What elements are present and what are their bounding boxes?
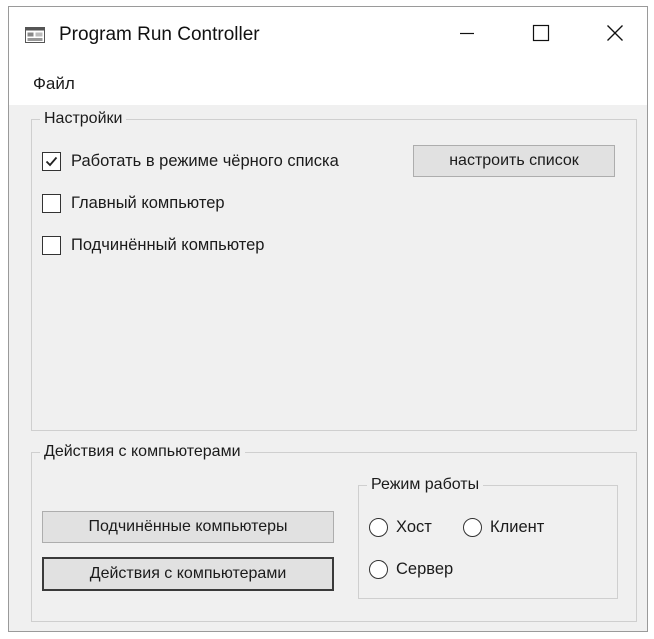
mode-host-label: Хост — [396, 518, 432, 536]
menu-bar: Файл — [9, 63, 647, 105]
slave-computers-button[interactable]: Подчинённые компьютеры — [42, 511, 334, 543]
mode-server-label: Сервер — [396, 560, 454, 578]
computer-actions-group: Действия с компьютерами Подчинённые комп… — [31, 441, 637, 622]
main-computer-label: Главный компьютер — [71, 194, 225, 212]
blacklist-mode-label: Работать в режиме чёрного списка — [71, 152, 339, 170]
slave-computer-checkbox[interactable] — [42, 235, 61, 255]
mode-option-server[interactable]: Сервер — [369, 558, 453, 580]
close-button[interactable] — [585, 7, 645, 63]
mode-client-label: Клиент — [490, 518, 545, 536]
blacklist-mode-option[interactable]: Работать в режиме чёрного списка — [42, 150, 339, 172]
computer-actions-button[interactable]: Действия с компьютерами — [42, 557, 334, 591]
slave-computer-option[interactable]: Подчинённый компьютер — [42, 234, 264, 256]
work-mode-group: Режим работы Хост Клиент Сервер — [358, 474, 618, 599]
maximize-icon — [532, 24, 550, 47]
slave-computer-label: Подчинённый компьютер — [71, 236, 265, 254]
work-mode-group-title: Режим работы — [367, 474, 484, 496]
minimize-button[interactable] — [437, 7, 497, 63]
mode-option-host[interactable]: Хост — [369, 516, 432, 538]
main-computer-checkbox[interactable] — [42, 193, 61, 213]
main-window: Program Run Controller Файл Настройки Ра… — [8, 6, 648, 632]
close-icon — [606, 24, 624, 47]
mode-server-radio[interactable] — [369, 559, 388, 579]
app-window-icon — [25, 27, 45, 43]
configure-list-button[interactable]: настроить список — [413, 145, 615, 177]
mode-client-radio[interactable] — [463, 517, 482, 537]
maximize-button[interactable] — [511, 7, 571, 63]
settings-group: Настройки Работать в режиме чёрного спис… — [31, 108, 637, 431]
blacklist-mode-checkbox[interactable] — [42, 151, 61, 171]
settings-group-title: Настройки — [40, 108, 127, 130]
menu-item-file[interactable]: Файл — [31, 73, 77, 95]
mode-option-client[interactable]: Клиент — [463, 516, 544, 538]
minimize-icon — [459, 25, 475, 46]
window-title: Program Run Controller — [59, 24, 260, 45]
title-bar[interactable]: Program Run Controller — [9, 7, 647, 63]
main-computer-option[interactable]: Главный компьютер — [42, 192, 225, 214]
checkmark-icon — [45, 156, 58, 166]
mode-host-radio[interactable] — [369, 517, 388, 537]
computer-actions-group-title: Действия с компьютерами — [40, 441, 245, 463]
